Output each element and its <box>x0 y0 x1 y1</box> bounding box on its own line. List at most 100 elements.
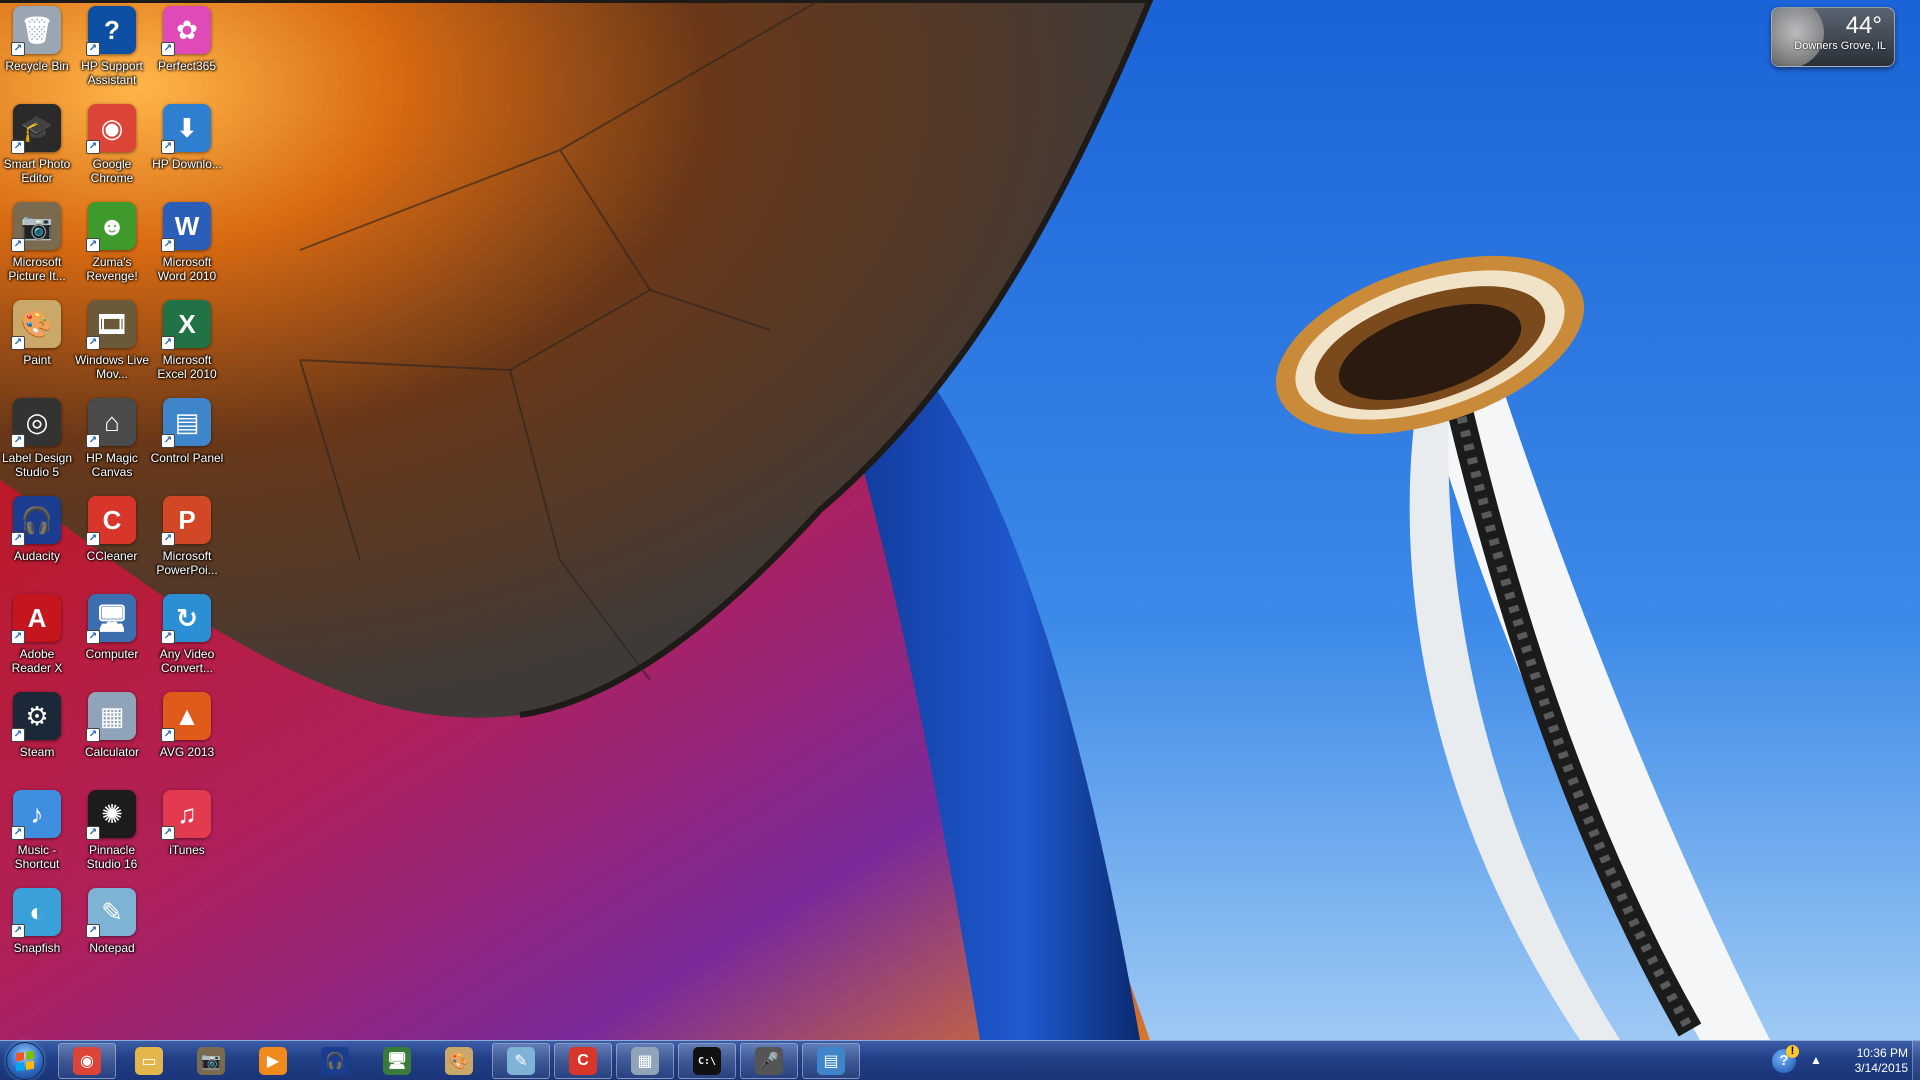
desktop-icon-label: Notepad <box>89 941 135 955</box>
chrome-icon: ◉ <box>73 1047 101 1075</box>
desktop-icon-label: iTunes <box>169 843 205 857</box>
shortcut-arrow-icon: ↗ <box>11 826 25 840</box>
desktop-icon-avg-2013[interactable]: ▲ ↗ AVG 2013 <box>149 692 225 788</box>
weather-temperature: 44° <box>1845 12 1882 39</box>
taskbar-button-media-player[interactable]: ▶ <box>244 1043 302 1079</box>
microphone-icon: 🎤 <box>755 1047 783 1075</box>
paint-palette-icon: 🎨 ↗ <box>11 300 61 350</box>
desktop-icon-audacity[interactable]: 🎧 ↗ Audacity <box>0 496 75 592</box>
taskbar-button-command-prompt[interactable]: C:\ <box>678 1043 736 1079</box>
taskbar-button-system-monitor[interactable]: 🖥 <box>368 1043 426 1079</box>
desktop-icon-adobe-reader-x[interactable]: A ↗ Adobe Reader X <box>0 594 75 690</box>
shortcut-arrow-icon: ↗ <box>161 826 175 840</box>
desktop-icon-label: HP Support Assistant <box>81 59 143 87</box>
adobe-reader-icon: A ↗ <box>11 594 61 644</box>
ccleaner-icon: C ↗ <box>86 496 136 546</box>
taskbar-button-explorer[interactable]: ▭ <box>120 1043 178 1079</box>
taskbar-button-notepad[interactable]: ✎ <box>492 1043 550 1079</box>
desktop-icon-zuma-s-revenge[interactable]: ☻ ↗ Zuma's Revenge! <box>74 202 150 298</box>
ccleaner-icon: C <box>569 1047 597 1075</box>
desktop-icon-itunes[interactable]: ♫ ↗ iTunes <box>149 790 225 886</box>
desktop-icon-paint[interactable]: 🎨 ↗ Paint <box>0 300 75 396</box>
shortcut-arrow-icon: ↗ <box>86 630 100 644</box>
shortcut-arrow-icon: ↗ <box>86 434 100 448</box>
desktop-icon-label: Adobe Reader X <box>11 647 63 675</box>
graduation-cap-icon: 🎓 ↗ <box>11 104 61 154</box>
taskbar: ◉ ▭ 📷 ▶ 🎧 🖥 🎨 ✎ C ▦ C:\ 🎤 ▤ ? ! ▲ 10:36 PM 3/14/2015 <box>0 1040 1920 1080</box>
taskbar-button-paint[interactable]: 🎨 <box>430 1043 488 1079</box>
snapfish-icon: ◐ ↗ <box>11 888 61 938</box>
control-panel-icon: ▤ ↗ <box>161 398 211 448</box>
desktop-icon-hp-magic-canvas[interactable]: ⌂ ↗ HP Magic Canvas <box>74 398 150 494</box>
desktop-icon-hp-support-assistant[interactable]: ? ↗ HP Support Assistant <box>74 6 150 102</box>
shortcut-arrow-icon: ↗ <box>11 42 25 56</box>
shortcut-arrow-icon: ↗ <box>11 630 25 644</box>
desktop-icon-microsoft-picture-it[interactable]: 📷 ↗ Microsoft Picture It... <box>0 202 75 298</box>
shortcut-arrow-icon: ↗ <box>11 532 25 546</box>
desktop-icon-perfect365[interactable]: ✿ ↗ Perfect365 <box>149 6 225 102</box>
hp-download-icon: ⬇ ↗ <box>161 104 211 154</box>
desktop-icon-microsoft-powerpoi[interactable]: P ↗ Microsoft PowerPoi... <box>149 496 225 592</box>
clock[interactable]: 10:36 PM 3/14/2015 <box>1855 1046 1908 1076</box>
desktop-icon-google-chrome[interactable]: ◉ ↗ Google Chrome <box>74 104 150 200</box>
desktop-icon-snapfish[interactable]: ◐ ↗ Snapfish <box>0 888 75 984</box>
control-panel-icon: ▤ <box>817 1047 845 1075</box>
taskbar-button-ccleaner[interactable]: C <box>554 1043 612 1079</box>
taskbar-button-microphone[interactable]: 🎤 <box>740 1043 798 1079</box>
desktop-icon-pinnacle-studio-16[interactable]: ✺ ↗ Pinnacle Studio 16 <box>74 790 150 886</box>
desktop-icon-label: Perfect365 <box>157 59 217 73</box>
desktop-icon-hp-downlo[interactable]: ⬇ ↗ HP Downlo... <box>149 104 225 200</box>
start-button[interactable] <box>6 1042 44 1080</box>
weather-gadget[interactable]: 44° Downers Grove, IL <box>1771 7 1895 67</box>
taskbar-button-audacity[interactable]: 🎧 <box>306 1043 364 1079</box>
clock-time: 10:36 PM <box>1856 1046 1908 1060</box>
shortcut-arrow-icon: ↗ <box>161 532 175 546</box>
movie-maker-icon: 🎞 ↗ <box>86 300 136 350</box>
taskbar-button-control-panel[interactable]: ▤ <box>802 1043 860 1079</box>
taskbar-button-calculator[interactable]: ▦ <box>616 1043 674 1079</box>
desktop-icon-control-panel[interactable]: ▤ ↗ Control Panel <box>149 398 225 494</box>
desktop-icon-label: Label Design Studio 5 <box>1 451 73 479</box>
computer-icon: 🖥 ↗ <box>86 594 136 644</box>
shortcut-arrow-icon: ↗ <box>86 532 100 546</box>
perfect365-icon: ✿ ↗ <box>161 6 211 56</box>
desktop-icon-computer[interactable]: 🖥 ↗ Computer <box>74 594 150 690</box>
desktop-icon-ccleaner[interactable]: C ↗ CCleaner <box>74 496 150 592</box>
desktop-icon-label: Pinnacle Studio 16 <box>86 843 138 871</box>
desktop-icon-any-video-convert[interactable]: ↻ ↗ Any Video Convert... <box>149 594 225 690</box>
desktop-icon-label: Recycle Bin <box>5 59 69 73</box>
desktop-icon-smart-photo-editor[interactable]: 🎓 ↗ Smart Photo Editor <box>0 104 75 200</box>
desktop-icon-steam[interactable]: ⚙ ↗ Steam <box>0 692 75 788</box>
desktop-wallpaper[interactable] <box>0 0 1920 1040</box>
shortcut-arrow-icon: ↗ <box>86 924 100 938</box>
taskbar-button-chrome[interactable]: ◉ <box>58 1043 116 1079</box>
itunes-icon: ♫ ↗ <box>161 790 211 840</box>
shortcut-arrow-icon: ↗ <box>161 336 175 350</box>
desktop-icon-label: Smart Photo Editor <box>3 157 71 185</box>
show-hidden-icons-button[interactable]: ▲ <box>1810 1053 1822 1067</box>
shortcut-arrow-icon: ↗ <box>161 434 175 448</box>
desktop-icon-notepad[interactable]: ✎ ↗ Notepad <box>74 888 150 984</box>
desktop-icon-windows-live-mov[interactable]: 🎞 ↗ Windows Live Mov... <box>74 300 150 396</box>
clock-date: 3/14/2015 <box>1854 1061 1908 1075</box>
desktop-icon-recycle-bin[interactable]: 🗑 ↗ Recycle Bin <box>0 6 75 102</box>
calculator-icon: ▦ ↗ <box>86 692 136 742</box>
powerpoint-icon: P ↗ <box>161 496 211 546</box>
desktop-icon-label: Computer <box>85 647 139 661</box>
desktop-icon-microsoft-word-2010[interactable]: W ↗ Microsoft Word 2010 <box>149 202 225 298</box>
shortcut-arrow-icon: ↗ <box>161 42 175 56</box>
notepad-icon: ✎ ↗ <box>86 888 136 938</box>
desktop-icon-microsoft-excel-2010[interactable]: X ↗ Microsoft Excel 2010 <box>149 300 225 396</box>
desktop-icon-calculator[interactable]: ▦ ↗ Calculator <box>74 692 150 788</box>
taskbar-button-picture-it[interactable]: 📷 <box>182 1043 240 1079</box>
desktop-icon-music-shortcut[interactable]: ♪ ↗ Music - Shortcut <box>0 790 75 886</box>
shortcut-arrow-icon: ↗ <box>86 336 100 350</box>
audacity-icon: 🎧 <box>321 1047 349 1075</box>
desktop-icon-label-design-studio-5[interactable]: ◎ ↗ Label Design Studio 5 <box>0 398 75 494</box>
desktop-icon-label: Zuma's Revenge! <box>86 255 138 283</box>
shortcut-arrow-icon: ↗ <box>161 728 175 742</box>
terminal-icon: C:\ <box>693 1047 721 1075</box>
shortcut-arrow-icon: ↗ <box>161 238 175 252</box>
music-note-icon: ♪ ↗ <box>11 790 61 840</box>
show-desktop-button[interactable] <box>1912 1041 1920 1080</box>
